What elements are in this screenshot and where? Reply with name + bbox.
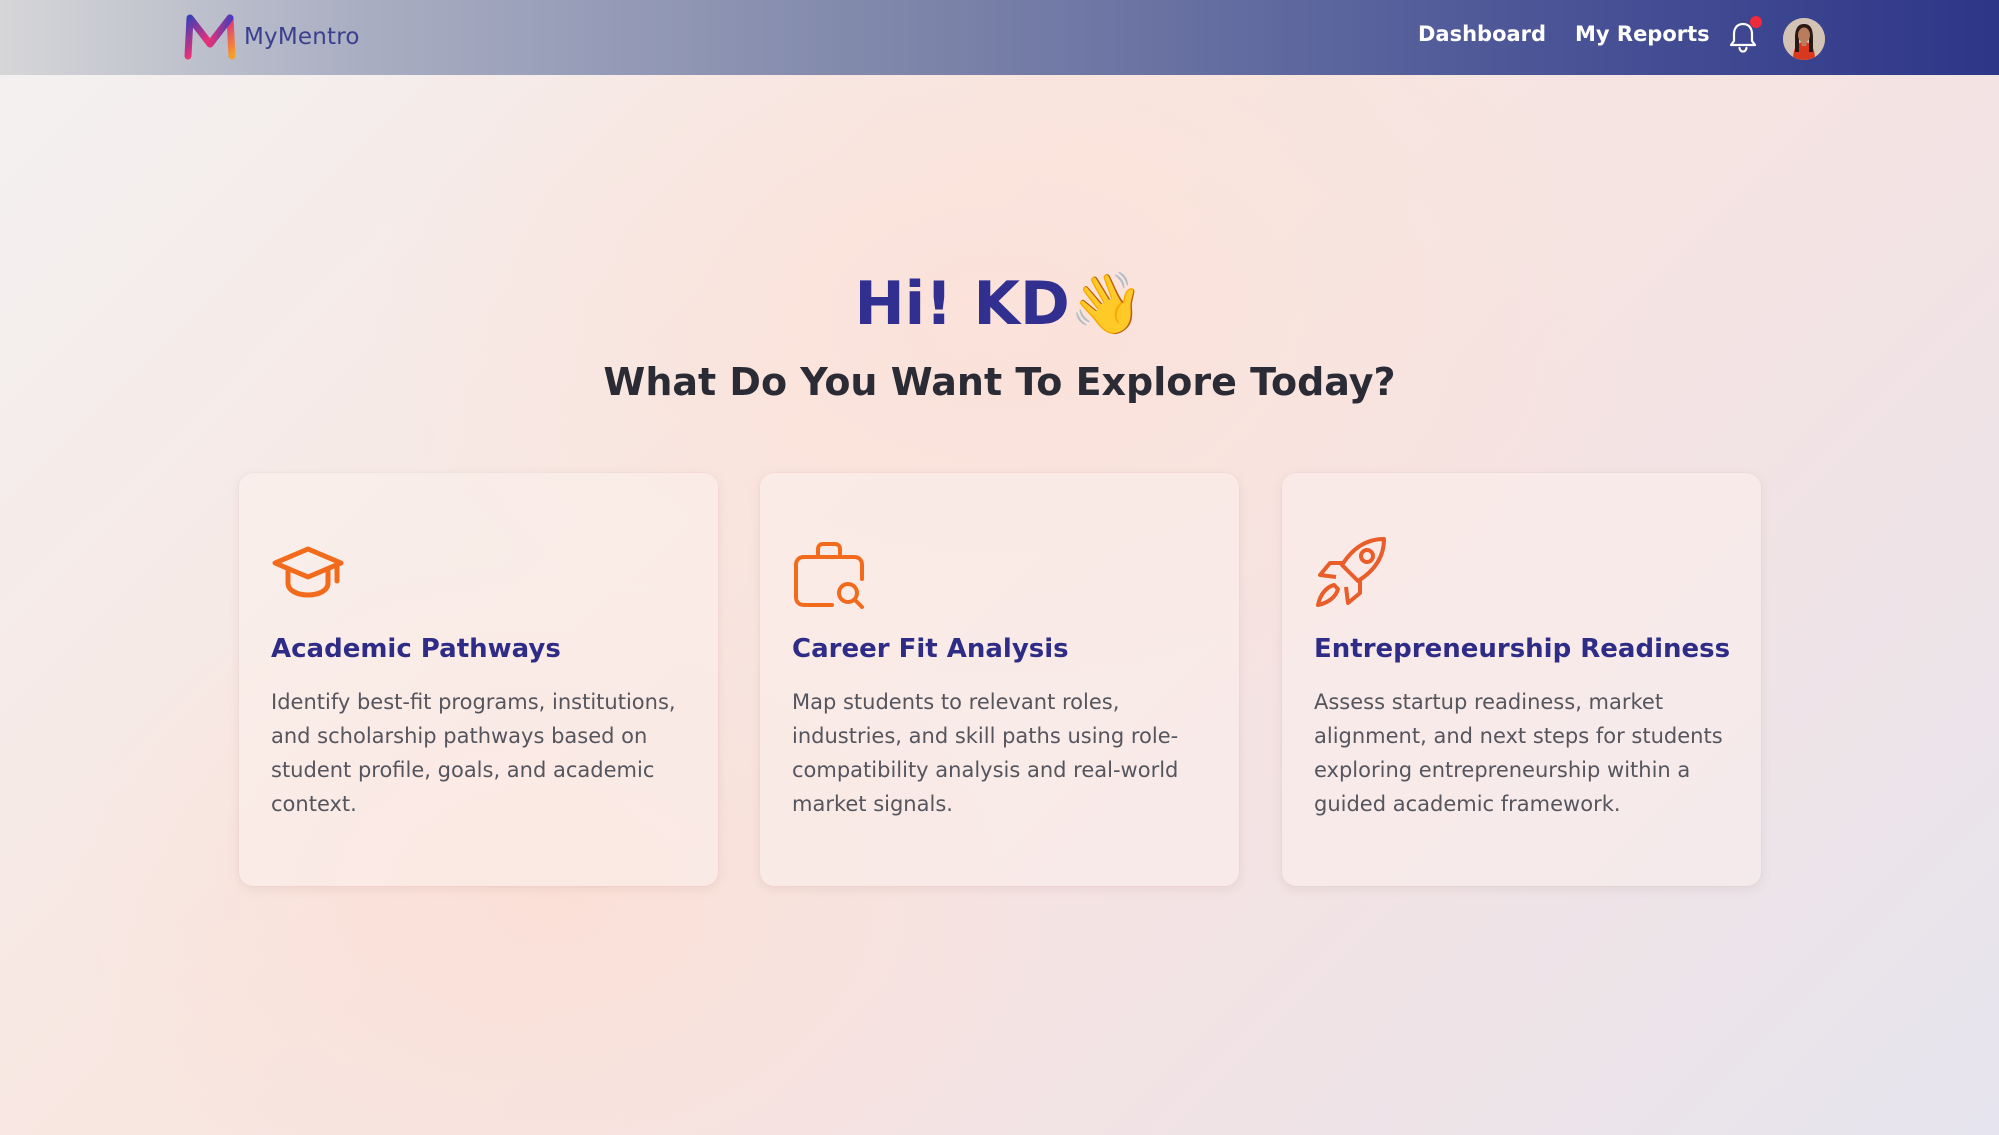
card-title: Entrepreneurship Readiness: [1314, 634, 1731, 664]
card-title: Academic Pathways: [271, 634, 561, 664]
briefcase-search-icon: [794, 542, 864, 609]
entrepreneurship-readiness-card[interactable]: Entrepreneurship Readiness Assess startu…: [1282, 473, 1761, 886]
mymentro-logo-icon: [184, 14, 236, 60]
card-title: Career Fit Analysis: [792, 634, 1069, 664]
top-navbar: MyMentro Dashboard My Reports: [0, 0, 1999, 75]
academic-pathways-card[interactable]: Academic Pathways Identify best-fit prog…: [239, 473, 718, 886]
card-description: Identify best-fit programs, institutions…: [271, 690, 676, 816]
app-logo[interactable]: MyMentro: [184, 14, 360, 60]
nav-my-reports-link[interactable]: My Reports: [1575, 22, 1710, 46]
page-greeting: Hi! KD👋: [854, 269, 1145, 339]
user-avatar-icon: [1783, 18, 1825, 60]
rocket-icon: [1316, 537, 1386, 607]
nav-dashboard-link[interactable]: Dashboard: [1418, 22, 1546, 46]
card-description: Assess startup readiness, market alignme…: [1314, 690, 1723, 816]
app-name: MyMentro: [244, 24, 360, 50]
page-subheading: What Do You Want To Explore Today?: [603, 360, 1396, 404]
avatar[interactable]: [1783, 18, 1825, 60]
career-fit-analysis-card[interactable]: Career Fit Analysis Map students to rele…: [760, 473, 1239, 886]
graduation-cap-icon: [272, 546, 344, 598]
waving-hand-icon: 👋: [1069, 269, 1145, 339]
notification-dot: [1750, 16, 1762, 28]
card-description: Map students to relevant roles, industri…: [792, 690, 1179, 816]
